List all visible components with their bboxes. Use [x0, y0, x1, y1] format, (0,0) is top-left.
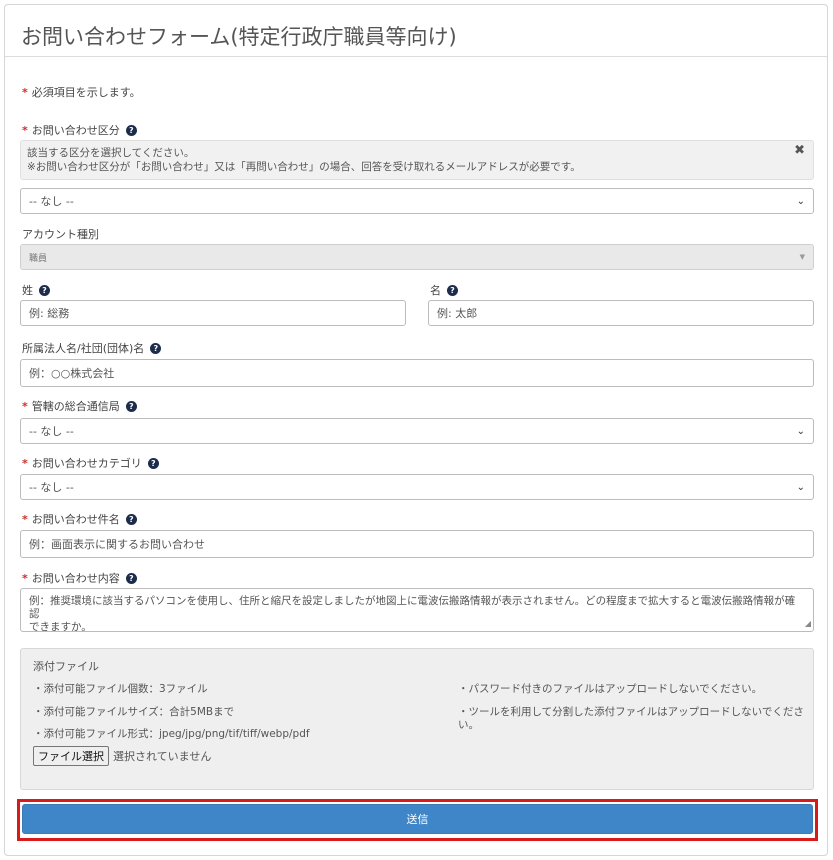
- resize-handle-icon[interactable]: ◢: [805, 617, 811, 630]
- content-textarea[interactable]: 例：推奨環境に該当するパソコンを使用し、住所と縮尺を設定しましたが地図上に電波伝…: [20, 588, 814, 633]
- chevron-down-icon: ⌄: [796, 425, 805, 437]
- last-name-label: 姓 ?: [22, 282, 50, 298]
- chevron-down-icon: ⌄: [796, 195, 805, 207]
- required-star: *: [22, 85, 28, 99]
- attachment-rule: ・ツールを利用して分割した添付ファイルはアップロードしないでくださ: [458, 706, 804, 718]
- attachment-rule: ・添付可能ファイル個数：3ファイル: [33, 683, 208, 695]
- attachments-title: 添付ファイル: [33, 660, 99, 673]
- required-star: *: [22, 512, 28, 526]
- chevron-down-icon: ⌄: [796, 481, 805, 493]
- attachment-rule: ・パスワード付きのファイルはアップロードしないでください。: [458, 683, 763, 695]
- attachments-panel: 添付ファイル ・添付可能ファイル個数：3ファイル ・添付可能ファイルサイズ：合計…: [20, 648, 814, 790]
- page-title: お問い合わせフォーム(特定行政庁職員等向け): [21, 25, 457, 49]
- content-label: * お問い合わせ内容 ?: [22, 570, 137, 586]
- file-picker: ファイル選択 選択されていません: [33, 746, 211, 766]
- first-name-input[interactable]: 例: 太郎: [428, 300, 814, 326]
- bureau-select[interactable]: -- なし -- ⌄: [20, 418, 814, 444]
- file-status: 選択されていません: [113, 750, 212, 763]
- inquiry-type-notice: 該当する区分を選択してください。 ※お問い合わせ区分が「お問い合わせ」又は「再問…: [20, 140, 814, 180]
- required-star: *: [22, 571, 28, 585]
- attachment-rule: ・添付可能ファイル形式：jpeg/jpg/png/tif/tiff/webp/p…: [33, 728, 310, 740]
- required-note: * 必須項目を示します。: [22, 84, 141, 100]
- inquiry-type-select[interactable]: -- なし -- ⌄: [20, 188, 814, 214]
- first-name-label: 名 ?: [430, 282, 458, 298]
- help-icon[interactable]: ?: [125, 400, 137, 412]
- subject-label: * お問い合わせ件名 ?: [22, 511, 137, 527]
- help-icon[interactable]: ?: [39, 284, 50, 296]
- account-type-label: アカウント種別: [22, 228, 99, 241]
- help-icon[interactable]: ?: [147, 457, 159, 469]
- required-star: *: [22, 123, 28, 137]
- attachment-rule: ・添付可能ファイルサイズ：合計5MBまで: [33, 706, 235, 718]
- help-icon[interactable]: ?: [125, 513, 137, 525]
- inquiry-type-label: * お問い合わせ区分 ?: [22, 122, 137, 138]
- category-label: * お問い合わせカテゴリ ?: [22, 455, 159, 471]
- required-star: *: [22, 456, 28, 470]
- form-panel: お問い合わせフォーム(特定行政庁職員等向け) * 必須項目を示します。 * お問…: [4, 4, 828, 856]
- help-icon[interactable]: ?: [125, 124, 137, 136]
- account-type-select: 職員 ▼: [20, 244, 814, 270]
- subject-input[interactable]: 例：画面表示に関するお問い合わせ: [20, 530, 814, 558]
- help-icon[interactable]: ?: [125, 572, 137, 584]
- organization-input[interactable]: 例：○○株式会社: [20, 359, 814, 387]
- close-icon[interactable]: ✖: [794, 144, 805, 158]
- last-name-input[interactable]: 例: 総務: [20, 300, 406, 326]
- attachment-rule: い。: [458, 719, 479, 731]
- help-icon[interactable]: ?: [447, 284, 458, 296]
- bureau-label: * 管轄の総合通信局 ?: [22, 398, 137, 414]
- file-select-button[interactable]: ファイル選択: [33, 746, 109, 766]
- submit-button[interactable]: 送信: [22, 804, 813, 834]
- submit-highlight: 送信: [17, 799, 818, 841]
- category-select[interactable]: -- なし -- ⌄: [20, 474, 814, 500]
- panel-header: お問い合わせフォーム(特定行政庁職員等向け): [5, 5, 827, 57]
- required-star: *: [22, 399, 28, 413]
- required-note-text: 必須項目を示します。: [31, 86, 141, 99]
- help-icon[interactable]: ?: [150, 342, 162, 354]
- organization-label: 所属法人名/社団(団体)名 ?: [22, 340, 162, 356]
- caret-down-icon: ▼: [799, 253, 805, 261]
